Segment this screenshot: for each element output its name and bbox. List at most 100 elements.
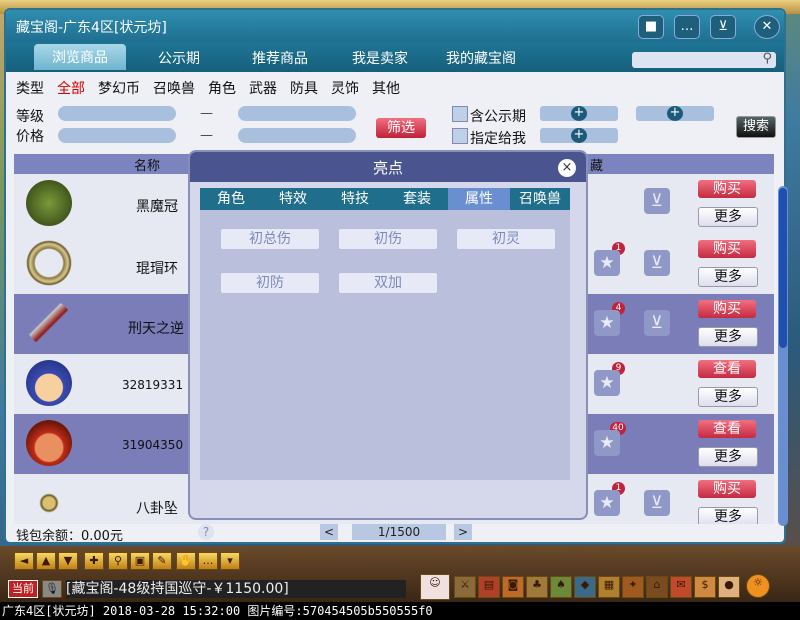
star-icon[interactable]: ★ bbox=[594, 310, 620, 336]
system-icon[interactable]: ☼ bbox=[746, 574, 770, 598]
star-icon[interactable]: ★ bbox=[594, 490, 620, 516]
public-period-label: 含公示期 bbox=[470, 109, 526, 125]
category-currency[interactable]: 梦幻币 bbox=[98, 81, 140, 97]
move-icon[interactable]: ✚ bbox=[84, 552, 104, 570]
attr-initial-defense[interactable]: 初防 bbox=[220, 272, 320, 294]
attr-initial-total-damage[interactable]: 初总伤 bbox=[220, 228, 320, 250]
item-name: 琨瑁环 bbox=[136, 261, 178, 277]
tab-skill[interactable]: 特技 bbox=[324, 188, 386, 210]
cart-icon[interactable]: ⊻ bbox=[644, 188, 670, 214]
view-button[interactable]: 查看 bbox=[698, 360, 756, 378]
task-icon[interactable]: ▦ bbox=[598, 576, 620, 598]
tab-seller[interactable]: 我是卖家 bbox=[352, 48, 408, 68]
star-icon[interactable]: ★ bbox=[594, 370, 620, 396]
shop-icon[interactable]: $ bbox=[694, 576, 716, 598]
more-button[interactable]: 更多 bbox=[698, 507, 758, 524]
category-armor[interactable]: 防具 bbox=[290, 81, 318, 97]
chat-channel-button[interactable]: 当前 bbox=[8, 580, 38, 598]
category-jewelry[interactable]: 灵饰 bbox=[331, 81, 359, 97]
tab-browse[interactable]: 浏览商品 bbox=[34, 44, 126, 70]
guild-icon[interactable]: ⌂ bbox=[646, 576, 668, 598]
chest-icon[interactable]: ▤ bbox=[478, 576, 500, 598]
scrollbar-thumb[interactable] bbox=[779, 188, 787, 348]
more-button[interactable]: 更多 bbox=[698, 327, 758, 347]
item-name: 32819331 bbox=[122, 378, 184, 392]
star-icon[interactable]: ★ bbox=[594, 250, 620, 276]
tab-pet[interactable]: 召唤兽 bbox=[510, 188, 570, 210]
more-button[interactable]: 更多 bbox=[698, 267, 758, 287]
zoom-icon[interactable]: ⚲ bbox=[108, 552, 128, 570]
stop-icon[interactable]: ■ bbox=[638, 15, 664, 39]
search-icon[interactable]: ⚲ bbox=[762, 51, 772, 66]
search-input[interactable]: ⚲ bbox=[632, 51, 776, 68]
dialog-close-button[interactable]: × bbox=[558, 159, 576, 177]
filter-button[interactable]: 筛选 bbox=[376, 118, 426, 138]
close-icon[interactable]: ✕ bbox=[754, 15, 780, 39]
mail-icon[interactable]: ✉ bbox=[670, 576, 692, 598]
team-icon[interactable]: ♣ bbox=[526, 576, 548, 598]
table-scrollbar[interactable] bbox=[778, 186, 788, 526]
chat-icon[interactable]: … bbox=[674, 15, 700, 39]
price-min-input[interactable] bbox=[58, 128, 176, 143]
add-filter-2[interactable]: + bbox=[540, 128, 618, 143]
tab-role[interactable]: 角色 bbox=[200, 188, 262, 210]
help-icon[interactable]: ? bbox=[198, 524, 214, 540]
category-all[interactable]: 全部 bbox=[57, 81, 85, 97]
add-filter-1[interactable]: + bbox=[540, 106, 618, 121]
bag-icon[interactable]: ◙ bbox=[502, 576, 524, 598]
attr-initial-spirit[interactable]: 初灵 bbox=[456, 228, 556, 250]
tab-my-treasure[interactable]: 我的藏宝阁 bbox=[446, 48, 516, 68]
next-page-button[interactable]: > bbox=[454, 524, 472, 540]
sword-icon[interactable]: ⚔ bbox=[454, 576, 476, 598]
public-period-checkbox[interactable] bbox=[452, 106, 468, 122]
cart-icon[interactable]: ⊻ bbox=[710, 15, 736, 39]
attr-initial-damage[interactable]: 初伤 bbox=[338, 228, 438, 250]
tab-attribute[interactable]: 属性 bbox=[448, 188, 510, 210]
item-name: 八卦坠 bbox=[136, 501, 178, 517]
arrow-up-icon[interactable]: ▲ bbox=[36, 552, 56, 570]
buy-button[interactable]: 购买 bbox=[698, 180, 756, 198]
tool-icon[interactable]: ✎ bbox=[152, 552, 172, 570]
tab-set[interactable]: 套装 bbox=[386, 188, 448, 210]
item-name: 刑天之逆 bbox=[128, 321, 184, 337]
menu-down-icon[interactable]: ▾ bbox=[220, 552, 240, 570]
assign-me-checkbox[interactable] bbox=[452, 128, 468, 144]
category-other[interactable]: 其他 bbox=[372, 81, 400, 97]
price-max-input[interactable] bbox=[238, 128, 356, 143]
star-icon[interactable]: ★ bbox=[594, 430, 620, 456]
skill-icon[interactable]: ✦ bbox=[622, 576, 644, 598]
friends-icon[interactable]: ♠ bbox=[550, 576, 572, 598]
buy-button[interactable]: 购买 bbox=[698, 480, 756, 498]
gift-icon[interactable]: ◆ bbox=[574, 576, 596, 598]
category-role[interactable]: 角色 bbox=[208, 81, 236, 97]
tab-public[interactable]: 公示期 bbox=[158, 48, 200, 68]
attr-double-add[interactable]: 双加 bbox=[338, 272, 438, 294]
view-button[interactable]: 查看 bbox=[698, 420, 756, 438]
prev-page-button[interactable]: < bbox=[320, 524, 338, 540]
arrow-down-icon[interactable]: ▼ bbox=[58, 552, 78, 570]
level-min-input[interactable] bbox=[58, 106, 176, 121]
more-button[interactable]: 更多 bbox=[698, 207, 758, 227]
cart-icon[interactable]: ⊻ bbox=[644, 250, 670, 276]
category-weapon[interactable]: 武器 bbox=[249, 81, 277, 97]
search-button[interactable]: 搜索 bbox=[736, 116, 776, 138]
add-filter-3[interactable]: + bbox=[636, 106, 714, 121]
category-pet[interactable]: 召唤兽 bbox=[153, 81, 195, 97]
buy-button[interactable]: 购买 bbox=[698, 300, 756, 318]
microphone-icon[interactable]: 🎙 bbox=[42, 580, 62, 598]
pet-avatar-icon[interactable]: ☺ bbox=[420, 574, 450, 600]
cart-icon[interactable]: ⊻ bbox=[644, 490, 670, 516]
more-button[interactable]: 更多 bbox=[698, 447, 758, 467]
level-max-input[interactable] bbox=[238, 106, 356, 121]
cart-icon[interactable]: ⊻ bbox=[644, 310, 670, 336]
more-button[interactable]: 更多 bbox=[698, 387, 758, 407]
buy-button[interactable]: 购买 bbox=[698, 240, 756, 258]
hand-icon[interactable]: ✋ bbox=[176, 552, 196, 570]
peach-icon[interactable]: ● bbox=[718, 576, 740, 598]
tab-effect[interactable]: 特效 bbox=[262, 188, 324, 210]
speech-icon[interactable]: … bbox=[198, 552, 218, 570]
price-label: 价格 bbox=[16, 129, 44, 145]
lock-icon[interactable]: ▣ bbox=[130, 552, 150, 570]
arrow-left-icon[interactable]: ◄ bbox=[14, 552, 34, 570]
tab-recommend[interactable]: 推荐商品 bbox=[252, 48, 308, 68]
